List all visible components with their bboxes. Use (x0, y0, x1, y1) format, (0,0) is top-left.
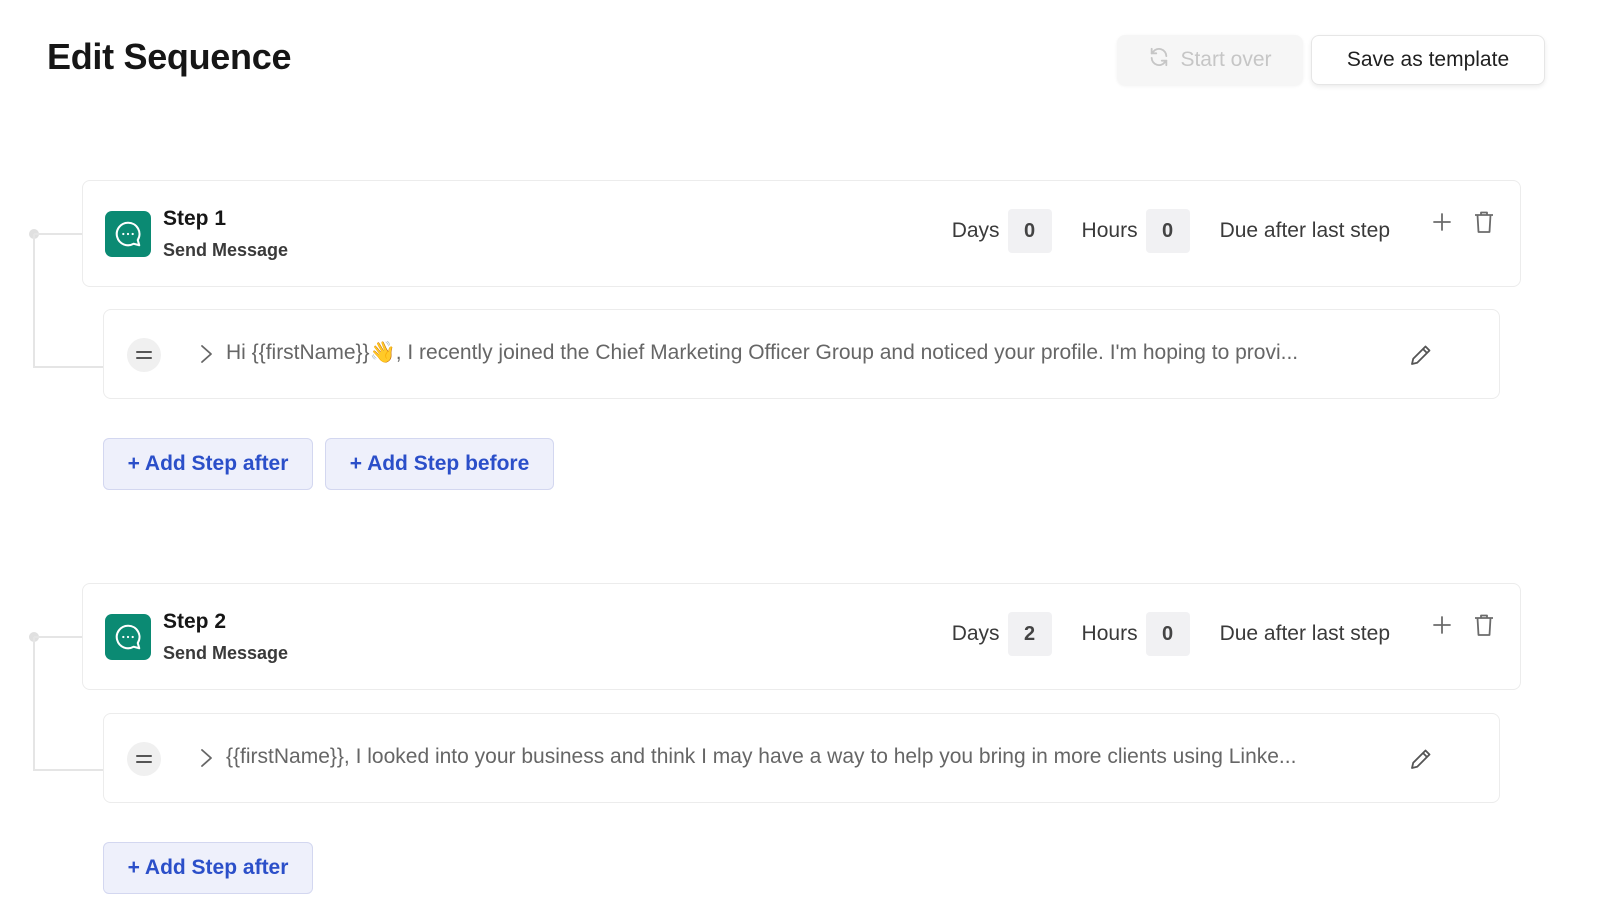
page-title: Edit Sequence (47, 36, 292, 77)
add-step-after-button[interactable]: + Add Step after (103, 438, 313, 490)
add-step-after-label: + Add Step after (127, 856, 289, 879)
message-preview: {{firstName}}, I looked into your busine… (226, 745, 1297, 768)
plus-icon[interactable] (1431, 614, 1453, 636)
trash-icon[interactable] (1473, 210, 1495, 234)
step-title: Step 2 (163, 610, 227, 633)
chat-bubble-icon (105, 211, 151, 257)
trash-icon[interactable] (1473, 613, 1495, 637)
due-label: Due after last step (1219, 219, 1390, 242)
hours-label: Hours (1081, 622, 1138, 645)
chevron-right-icon[interactable] (198, 747, 214, 769)
days-input[interactable]: 2 (1007, 612, 1052, 656)
hours-input[interactable]: 0 (1145, 209, 1190, 253)
timeline-connector (33, 769, 103, 771)
timeline-connector (33, 234, 35, 368)
add-step-after-label: + Add Step after (127, 452, 289, 475)
pencil-icon[interactable] (1408, 746, 1434, 772)
plus-icon[interactable] (1431, 211, 1453, 233)
step-timing: Days 0 Hours 0 Due after last step (952, 209, 1390, 253)
save-as-template-label: Save as template (1346, 48, 1510, 71)
step-type: Send Message (163, 240, 289, 260)
days-label: Days (951, 622, 1000, 645)
add-step-before-label: + Add Step before (349, 452, 530, 475)
hours-input[interactable]: 0 (1145, 612, 1190, 656)
refresh-icon (1148, 46, 1170, 74)
due-label: Due after last step (1219, 622, 1390, 645)
pencil-icon[interactable] (1408, 342, 1434, 368)
timeline-connector (33, 637, 35, 771)
chat-bubble-icon (105, 614, 151, 660)
chevron-right-icon[interactable] (198, 343, 214, 365)
drag-handle-icon[interactable] (127, 338, 161, 372)
start-over-label: Start over (1180, 48, 1272, 71)
drag-handle-icon[interactable] (127, 742, 161, 776)
timeline-connector (34, 636, 82, 638)
hours-label: Hours (1081, 219, 1138, 242)
start-over-button[interactable]: Start over (1117, 35, 1303, 85)
step-card: Step 1 Send Message Days 0 Hours 0 Due a… (82, 180, 1521, 287)
save-as-template-button[interactable]: Save as template (1311, 35, 1545, 85)
add-step-after-button[interactable]: + Add Step after (103, 842, 313, 894)
step-timing: Days 2 Hours 0 Due after last step (952, 612, 1390, 656)
days-input[interactable]: 0 (1007, 209, 1052, 253)
message-card[interactable]: Hi {{firstName}}👋, I recently joined the… (103, 309, 1500, 399)
timeline-connector (34, 233, 82, 235)
days-label: Days (951, 219, 1000, 242)
message-preview: Hi {{firstName}}👋, I recently joined the… (226, 341, 1299, 364)
step-card: Step 2 Send Message Days 2 Hours 0 Due a… (82, 583, 1521, 690)
timeline-connector (33, 366, 103, 368)
message-card[interactable]: {{firstName}}, I looked into your busine… (103, 713, 1500, 803)
add-step-before-button[interactable]: + Add Step before (325, 438, 554, 490)
step-type: Send Message (163, 643, 289, 663)
step-title: Step 1 (163, 207, 227, 230)
